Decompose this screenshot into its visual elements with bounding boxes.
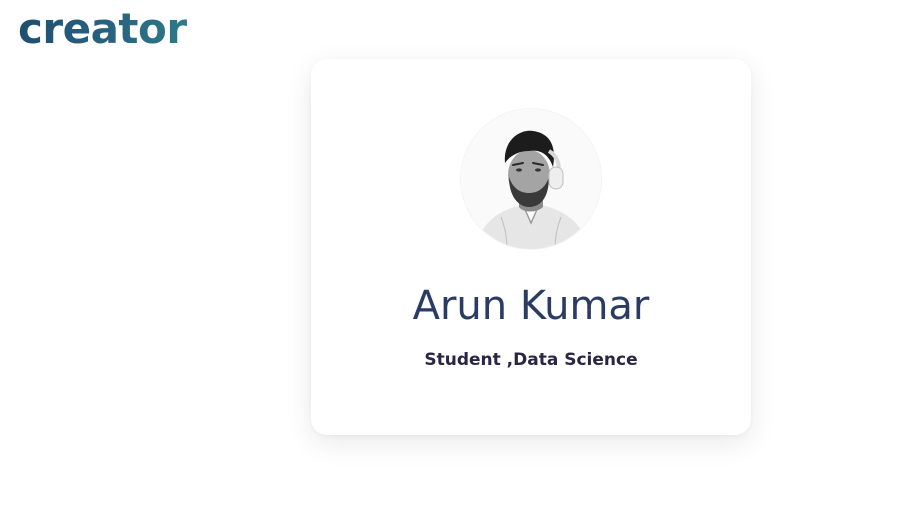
person-photo-icon	[461, 109, 601, 249]
profile-card: Arun Kumar Student ,Data Science	[311, 59, 751, 435]
profile-role: Student ,Data Science	[424, 350, 638, 370]
site-logo[interactable]: creator	[18, 2, 187, 56]
profile-name: Arun Kumar	[412, 283, 650, 329]
profile-avatar	[461, 109, 601, 249]
